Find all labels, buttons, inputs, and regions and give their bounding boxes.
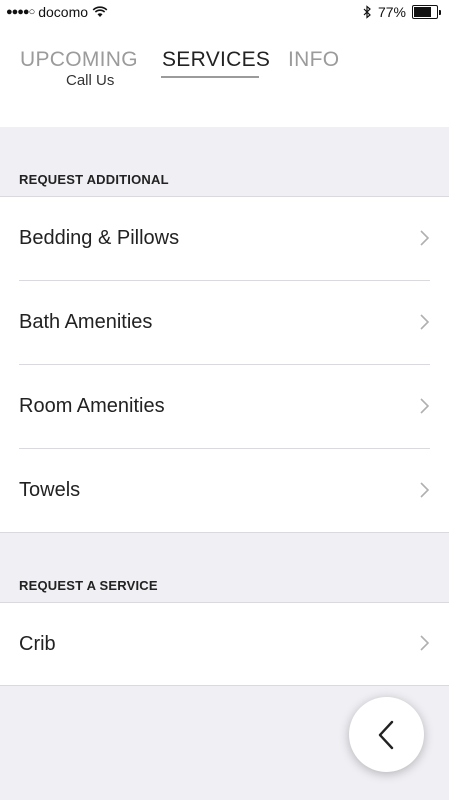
status-left: ●●●●○ docomo bbox=[6, 4, 108, 20]
request-service-list: Crib bbox=[0, 603, 449, 686]
status-bar: ●●●●○ docomo 77% bbox=[0, 0, 449, 24]
call-us-item[interactable]: Call Us bbox=[66, 70, 114, 88]
list-item-towels[interactable]: Towels bbox=[0, 449, 449, 533]
list-item-crib[interactable]: Crib bbox=[0, 603, 449, 686]
chevron-right-icon bbox=[420, 635, 430, 651]
battery-percent: 77% bbox=[377, 4, 406, 20]
section-header-request-additional: REQUEST ADDITIONAL bbox=[0, 127, 449, 197]
list-item-room-amenities[interactable]: Room Amenities bbox=[0, 365, 449, 449]
request-additional-list: Bedding & Pillows Bath Amenities Room Am… bbox=[0, 197, 449, 533]
chevron-right-icon bbox=[420, 314, 430, 330]
chevron-right-icon bbox=[420, 230, 430, 246]
chevron-left-icon bbox=[378, 720, 393, 749]
active-tab-indicator bbox=[161, 76, 259, 78]
back-button[interactable] bbox=[349, 697, 424, 772]
wifi-icon bbox=[92, 6, 108, 17]
list-item-label: Bedding & Pillows bbox=[19, 227, 180, 249]
list-item-bath-amenities[interactable]: Bath Amenities bbox=[0, 281, 449, 365]
list-item-label: Crib bbox=[19, 633, 56, 655]
tab-services[interactable]: SERVICES bbox=[162, 48, 270, 72]
carrier-name: docomo bbox=[38, 4, 89, 20]
section-title: REQUEST A SERVICE bbox=[19, 578, 158, 593]
signal-strength-icon: ●●●●○ bbox=[6, 6, 35, 18]
battery-icon bbox=[412, 5, 441, 19]
section-header-request-a-service: REQUEST A SERVICE bbox=[0, 533, 449, 603]
list-item-label: Bath Amenities bbox=[19, 311, 153, 333]
tab-info[interactable]: INFO bbox=[288, 48, 339, 72]
list-item-label: Towels bbox=[19, 479, 81, 501]
previous-list-area bbox=[0, 82, 449, 127]
bluetooth-icon bbox=[363, 5, 371, 19]
chevron-right-icon bbox=[420, 482, 430, 498]
status-right: 77% bbox=[363, 4, 441, 20]
list-item-label: Room Amenities bbox=[19, 395, 165, 417]
tab-upcoming[interactable]: UPCOMING bbox=[20, 48, 138, 72]
list-item-bedding-pillows[interactable]: Bedding & Pillows bbox=[0, 197, 449, 281]
chevron-right-icon bbox=[420, 398, 430, 414]
section-title: REQUEST ADDITIONAL bbox=[19, 172, 169, 187]
